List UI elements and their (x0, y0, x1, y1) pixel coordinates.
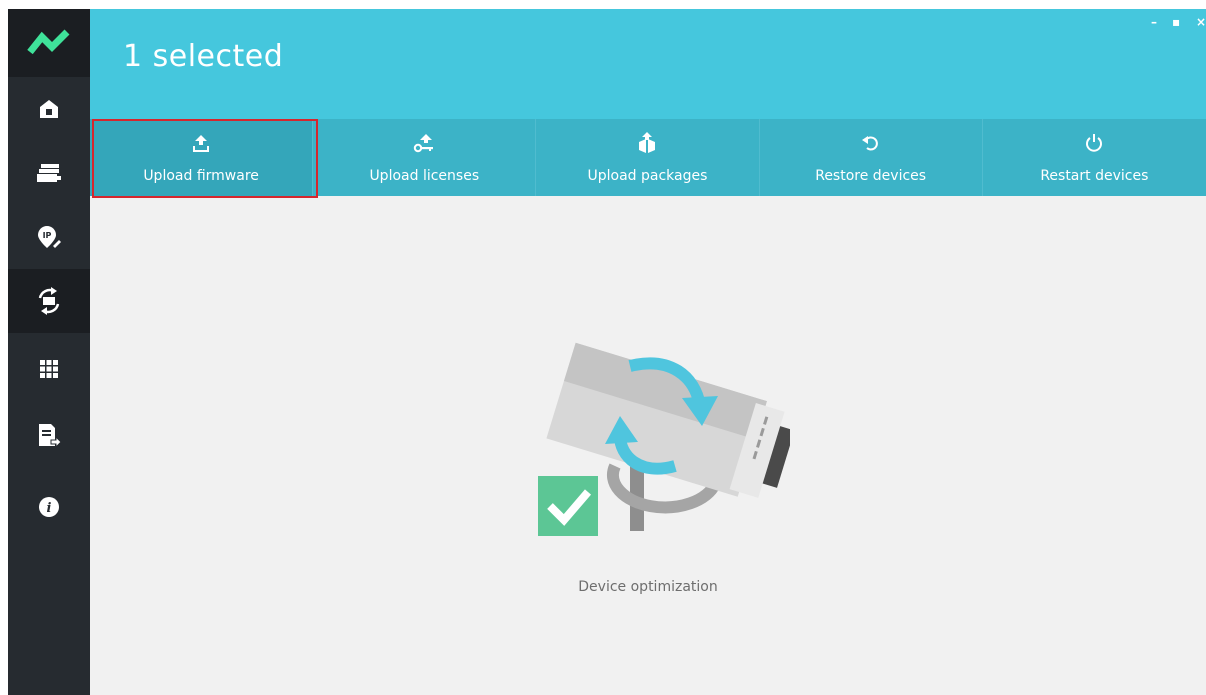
device-optimization-illustration (538, 342, 790, 536)
sidebar-item-ip-settings[interactable]: IP (8, 205, 90, 269)
restart-devices-button[interactable]: Restart devices (983, 119, 1206, 196)
header: 1 selected – ▪ × (90, 9, 1206, 119)
maximize-button[interactable]: ▪ (1172, 15, 1180, 29)
svg-text:IP: IP (43, 231, 52, 240)
grid-apps-icon (40, 360, 58, 378)
ip-settings-icon: IP (38, 226, 61, 248)
restart-devices-label: Restart devices (1040, 168, 1149, 184)
upload-firmware-icon (191, 132, 211, 154)
upload-licenses-label: Upload licenses (369, 168, 480, 184)
restore-devices-label: Restore devices (815, 168, 927, 184)
upload-licenses-button[interactable]: Upload licenses (313, 119, 537, 196)
upload-license-icon (413, 132, 435, 154)
close-button[interactable]: × (1196, 15, 1206, 29)
action-toolbar: Upload firmware Upload licenses Upload p… (90, 119, 1206, 196)
sidebar: IP i (8, 9, 90, 695)
restore-devices-button[interactable]: Restore devices (760, 119, 983, 196)
upload-packages-label: Upload packages (587, 168, 708, 184)
logo-icon (27, 29, 70, 55)
upload-packages-button[interactable]: Upload packages (536, 119, 760, 196)
devices-icon (37, 164, 61, 182)
restore-icon (861, 132, 881, 154)
power-icon (1084, 132, 1104, 154)
sidebar-item-devices[interactable] (8, 141, 90, 205)
empty-state-label: Device optimization (578, 579, 718, 595)
minimize-button[interactable]: – (1151, 15, 1157, 29)
upload-packages-icon (636, 132, 658, 154)
main-content: Device optimization (90, 196, 1206, 695)
upload-firmware-button[interactable]: Upload firmware (90, 119, 314, 196)
app-window: IP i 1 selected – ▪ × Upload firmware Up… (8, 9, 1206, 695)
export-report-icon (39, 424, 61, 449)
page-title: 1 selected (123, 39, 284, 74)
device-maintenance-icon (38, 287, 60, 315)
sidebar-item-maintenance[interactable] (8, 269, 90, 333)
home-icon (40, 100, 58, 118)
upload-firmware-label: Upload firmware (143, 168, 259, 184)
info-icon: i (39, 497, 59, 517)
sidebar-item-export[interactable] (8, 404, 90, 468)
sidebar-item-apps[interactable] (8, 337, 90, 401)
app-logo (8, 9, 90, 77)
svg-text:i: i (47, 501, 52, 516)
sidebar-item-info[interactable]: i (8, 475, 90, 539)
sidebar-item-home[interactable] (8, 77, 90, 141)
